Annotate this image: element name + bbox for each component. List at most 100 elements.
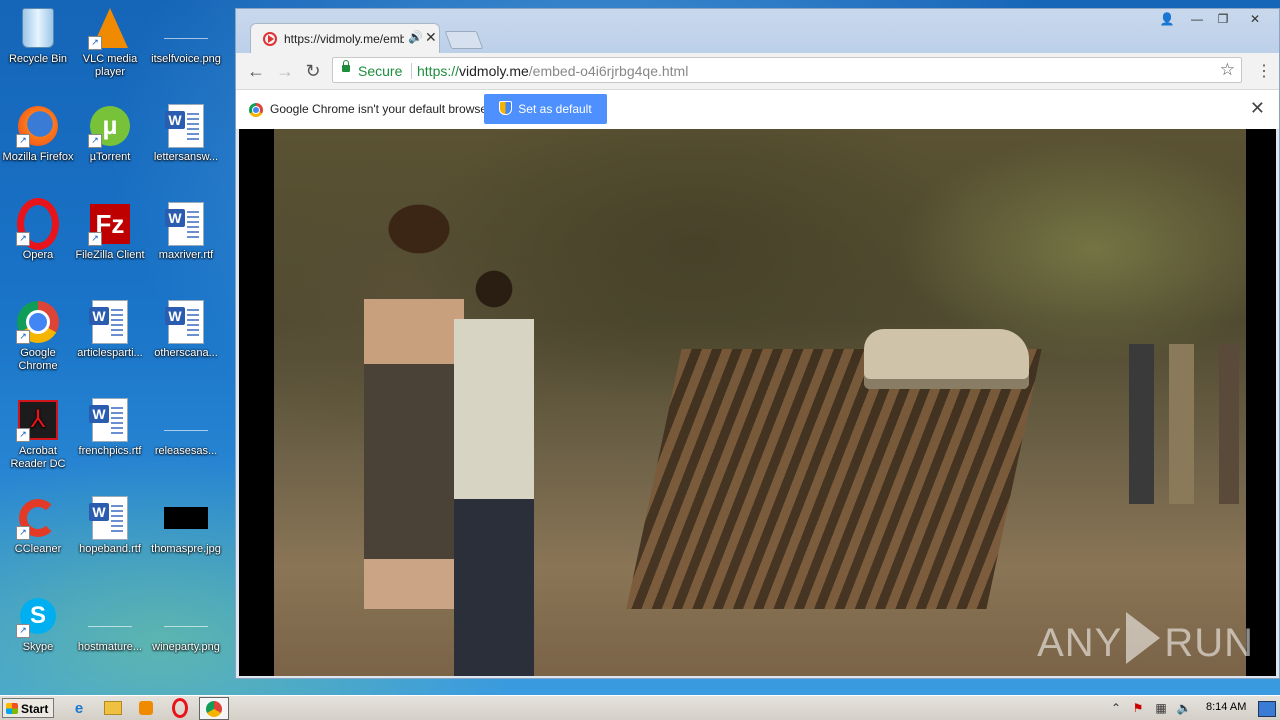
uac-shield-icon <box>499 101 513 115</box>
desktop-icon-acrobat[interactable]: ⅄ ↗ Acrobat Reader DC <box>0 398 76 471</box>
desktop-icon-ccleaner[interactable]: ↗ CCleaner <box>0 496 76 556</box>
title-bar: https://vidmoly.me/emb 🔊 ✕ 👤 — ❐ ✕ <box>236 9 1279 53</box>
desktop-icon-label: lettersansw... <box>153 151 219 163</box>
desktop-icon-itselfvoice[interactable]: itselfvoice.png <box>148 6 224 66</box>
audio-playing-icon[interactable]: 🔊 <box>408 30 423 44</box>
close-window-button[interactable]: ✕ <box>1242 11 1268 27</box>
desktop-icon-lettersansw[interactable]: W lettersansw... <box>148 104 224 164</box>
desktop-icon-label: hopeband.rtf <box>79 543 141 555</box>
browser-toolbar: ← → ↻ Secure https://vidmoly.me/embed-o4… <box>236 53 1279 90</box>
secure-label: Secure <box>358 63 403 79</box>
url-scheme: https:// <box>417 63 460 79</box>
set-as-default-button[interactable]: Set as default <box>484 94 607 124</box>
word-document-icon: W <box>164 104 208 148</box>
desktop-icon-hopeband[interactable]: W hopeband.rtf <box>72 496 148 556</box>
bookmark-star-icon[interactable]: ☆ <box>1220 60 1235 80</box>
play-favicon-icon <box>263 32 277 46</box>
skype-icon: S ↗ <box>16 594 60 638</box>
desktop-icon-articlesparti[interactable]: W articlesparti... <box>72 300 148 360</box>
image-file-icon <box>164 6 208 50</box>
word-document-icon: W <box>88 496 132 540</box>
vlc-icon: ↗ <box>88 6 132 50</box>
desktop-icon-label: wineparty.png <box>152 641 220 653</box>
desktop-icon-vlc[interactable]: ↗ VLC media player <box>72 6 148 79</box>
desktop-icon-recycle-bin[interactable]: Recycle Bin <box>0 6 76 66</box>
back-arrow-icon[interactable]: ← <box>244 59 268 83</box>
video-frame <box>274 129 1246 676</box>
ccleaner-icon: ↗ <box>16 496 60 540</box>
minimize-button[interactable]: — <box>1184 11 1210 27</box>
divider <box>411 63 412 79</box>
blank-file-icon <box>164 398 208 442</box>
shortcut-arrow-icon: ↗ <box>88 134 102 148</box>
clock[interactable]: 8:14 AM <box>1206 701 1246 713</box>
desktop-icon-label: CCleaner <box>14 543 62 555</box>
desktop-icon-chrome[interactable]: ↗ Google Chrome <box>0 300 76 373</box>
desktop-icon-label: Mozilla Firefox <box>2 151 74 163</box>
opera-taskbar-icon[interactable] <box>169 698 191 718</box>
desktop-icon-otherscana[interactable]: W otherscana... <box>148 300 224 360</box>
desktop-icon-label: VLC media player <box>82 53 138 78</box>
volume-icon[interactable]: 🔈 <box>1176 701 1192 715</box>
show-desktop-button[interactable] <box>1258 701 1276 717</box>
girl-figure <box>364 189 464 609</box>
new-tab-button[interactable] <box>444 31 484 49</box>
desktop-icon-releasesas[interactable]: releasesas... <box>148 398 224 458</box>
desktop-icon-label: otherscana... <box>154 347 218 359</box>
chrome-taskbar-icon[interactable] <box>199 697 229 720</box>
opera-icon: ↗ <box>16 198 60 250</box>
url-text[interactable]: https://vidmoly.me/embed-o4i6rjrbg4qe.ht… <box>417 63 688 79</box>
word-document-icon: W <box>164 202 208 246</box>
tab-close-icon[interactable]: ✕ <box>425 29 437 46</box>
play-logo-icon <box>1126 612 1161 664</box>
desktop-icon-frenchpics[interactable]: W frenchpics.rtf <box>72 398 148 458</box>
desktop-icon-opera[interactable]: ↗ Opera <box>0 198 76 262</box>
infobar-close-icon[interactable]: ✕ <box>1250 98 1265 119</box>
firefox-icon: ↗ <box>16 104 60 148</box>
image-file-icon <box>164 594 208 638</box>
desktop-icon-filezilla[interactable]: Fz ↗ FileZilla Client <box>72 202 148 262</box>
desktop-icon-label: Skype <box>22 641 54 653</box>
desktop-icon-label: Google Chrome <box>18 347 58 372</box>
chrome-logo-icon <box>249 103 263 117</box>
desktop-icon-maxriver[interactable]: W maxriver.rtf <box>148 202 224 262</box>
url-domain: vidmoly.me <box>459 63 529 79</box>
desktop-icon-firefox[interactable]: ↗ Mozilla Firefox <box>0 104 76 164</box>
internet-explorer-icon[interactable]: e <box>68 699 90 717</box>
url-path: /embed-o4i6rjrbg4qe.html <box>528 63 689 79</box>
start-label: Start <box>21 702 49 716</box>
show-hidden-icons-icon[interactable]: ⌃ <box>1108 701 1124 715</box>
desktop-icon-skype[interactable]: S ↗ Skype <box>0 594 76 654</box>
desktop-icon-utorrent[interactable]: µ ↗ µTorrent <box>72 104 148 164</box>
desktop-icon-wineparty[interactable]: wineparty.png <box>148 594 224 654</box>
desktop-icon-label: hostmature... <box>77 641 143 653</box>
shortcut-arrow-icon: ↗ <box>16 134 30 148</box>
action-center-flag-icon[interactable]: ⚑ <box>1130 701 1146 715</box>
network-icon[interactable]: ▦ <box>1153 701 1169 715</box>
reload-icon[interactable]: ↻ <box>301 59 325 83</box>
chrome-window: https://vidmoly.me/emb 🔊 ✕ 👤 — ❐ ✕ ← → ↻… <box>235 8 1280 679</box>
file-explorer-icon[interactable] <box>102 699 124 717</box>
desktop-icon-hostmature[interactable]: hostmature... <box>72 594 148 654</box>
forward-arrow-icon[interactable]: → <box>273 59 297 83</box>
old-car <box>864 329 1029 389</box>
desktop-icon-thomaspre[interactable]: thomaspre.jpg <box>148 496 224 556</box>
desktop-icon-label: frenchpics.rtf <box>78 445 142 457</box>
desktop-icon-label: itselfvoice.png <box>151 53 221 65</box>
video-player[interactable]: ANY RUN <box>239 129 1276 676</box>
restore-button[interactable]: ❐ <box>1210 11 1236 27</box>
filezilla-icon: Fz ↗ <box>88 202 132 246</box>
address-bar[interactable]: Secure https://vidmoly.me/embed-o4i6rjrb… <box>332 57 1242 83</box>
shortcut-arrow-icon: ↗ <box>16 428 30 442</box>
profile-icon[interactable]: 👤 <box>1154 11 1180 27</box>
menu-kebab-icon[interactable]: ⋮ <box>1256 61 1272 81</box>
chrome-icon: ↗ <box>16 300 60 344</box>
shortcut-arrow-icon: ↗ <box>88 232 102 246</box>
default-browser-infobar: Google Chrome isn't your default browser… <box>236 90 1279 130</box>
start-button[interactable]: Start <box>2 698 54 718</box>
desktop-icon-label: FileZilla Client <box>75 249 145 261</box>
shortcut-arrow-icon: ↗ <box>88 36 102 50</box>
browser-tab[interactable]: https://vidmoly.me/emb 🔊 ✕ <box>250 23 440 53</box>
media-player-icon[interactable] <box>135 699 157 717</box>
watermark-right: RUN <box>1164 621 1254 665</box>
